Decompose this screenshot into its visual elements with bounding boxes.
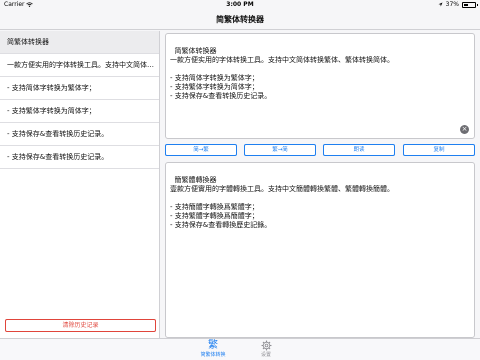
history-item[interactable]: 简繁体转换器 — [0, 31, 159, 54]
status-right: 37% — [438, 1, 478, 8]
tab-settings[interactable]: 设置 — [241, 339, 291, 360]
battery-fill — [464, 3, 468, 6]
input-text-area[interactable]: 简繁体转换器 一款方便实用的字体转换工具。支持中文简体转换繁体、繁体转换简体。 … — [165, 33, 475, 139]
history-item[interactable]: - 支持保存&查看转换历史记录。 — [0, 146, 159, 169]
page-title: 简繁体转换器 — [216, 15, 264, 24]
history-item[interactable]: 一款方便实用的字体转换工具。支持中文简体转换繁体、繁体转换简体。 — [0, 54, 159, 77]
history-item[interactable]: - 支持保存&查看转换历史记录。 — [0, 123, 159, 146]
tab-converter-label: 简繁体转换 — [200, 352, 226, 358]
simplified-to-traditional-button[interactable]: 简→繁 — [165, 144, 237, 156]
gear-icon — [241, 339, 291, 352]
battery-percent: 37% — [445, 1, 459, 8]
clear-circle-icon[interactable]: × — [460, 125, 469, 134]
status-bar: Carrier 3:00 PM 37% — [0, 0, 480, 10]
location-arrow-icon — [438, 2, 443, 7]
navigation-bar: 简繁体转换器 — [0, 10, 480, 30]
tab-bar: 繁 简繁体转换 设置 — [0, 338, 480, 360]
read-aloud-button[interactable]: 朗读 — [323, 144, 395, 156]
output-text[interactable]: 簡繁體轉換器 壹款方便實用的字體轉換工具。支持中文簡體轉換繁體、繁體轉換簡體。 … — [170, 176, 394, 229]
traditional-to-simplified-button[interactable]: 繁→简 — [244, 144, 316, 156]
input-text[interactable]: 简繁体转换器 一款方便实用的字体转换工具。支持中文简体转换繁体、繁体转换简体。 … — [170, 47, 394, 100]
output-text-area[interactable]: 簡繁體轉換器 壹款方便實用的字體轉換工具。支持中文簡體轉換繁體、繁體轉換簡體。 … — [165, 162, 475, 338]
history-item[interactable]: - 支持繁体字转换为简体字； — [0, 100, 159, 123]
history-item[interactable]: - 支持简体字转换为繁体字； — [0, 77, 159, 100]
traditional-char-icon: 繁 — [208, 340, 218, 351]
status-time: 3:00 PM — [226, 1, 254, 8]
tab-converter[interactable]: 繁 简繁体转换 — [188, 339, 238, 360]
action-button-row: 简→繁 繁→简 朗读 复制 — [165, 144, 475, 156]
tab-settings-label: 设置 — [260, 352, 271, 358]
clear-history-button[interactable]: 清除历史记录 — [5, 319, 156, 332]
battery-icon — [462, 1, 478, 8]
copy-button[interactable]: 复制 — [403, 144, 475, 156]
history-sidebar: 简繁体转换器 一款方便实用的字体转换工具。支持中文简体转换繁体、繁体转换简体。 … — [0, 31, 160, 338]
